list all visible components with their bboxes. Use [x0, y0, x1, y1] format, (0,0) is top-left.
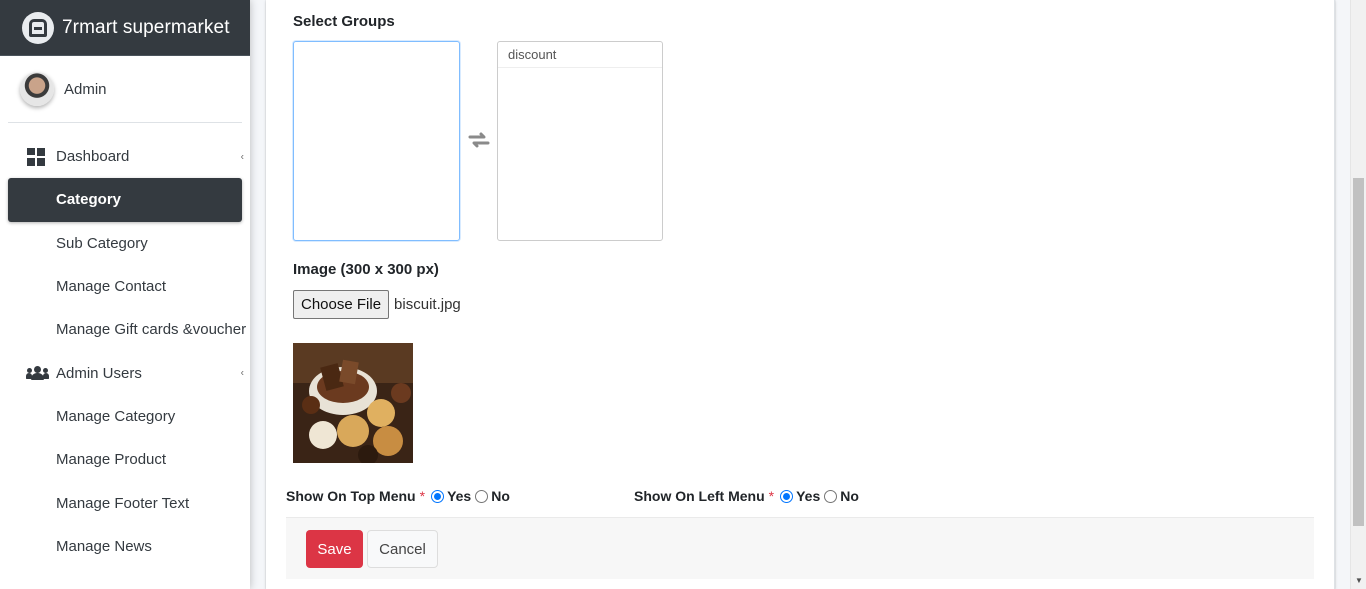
- select-groups-label: Select Groups: [293, 13, 395, 30]
- sidebar-item-label: Manage Contact: [56, 278, 167, 296]
- brand-link[interactable]: 7rmart supermarket: [0, 0, 250, 56]
- user-panel[interactable]: Admin: [8, 56, 242, 123]
- top-menu-yes-radio[interactable]: [431, 489, 445, 503]
- available-groups-list[interactable]: [293, 41, 460, 241]
- required-asterisk: *: [768, 488, 775, 504]
- group-option[interactable]: discount: [498, 42, 662, 68]
- sidebar-nav: Dashboard ‹ Category Sub Category Manage…: [0, 135, 250, 568]
- user-name: Admin: [64, 80, 107, 98]
- sidebar-item-label: Sub Category: [56, 234, 148, 252]
- choose-file-button[interactable]: Choose File: [293, 290, 390, 319]
- content-wrapper: Select Groups discount Image (300 x 300 …: [250, 0, 1350, 589]
- swap-arrows-icon[interactable]: [468, 130, 490, 150]
- sidebar-item-sub-category[interactable]: Sub Category: [8, 222, 242, 265]
- scroll-down-arrow-icon[interactable]: ▼: [1355, 576, 1363, 585]
- brand-logo-icon: [22, 11, 54, 44]
- sidebar-item-manage-news[interactable]: Manage News: [8, 525, 242, 568]
- category-form-card: Select Groups discount Image (300 x 300 …: [266, 0, 1335, 589]
- sidebar-item-label: Dashboard: [56, 148, 130, 166]
- left-menu-yes-label[interactable]: Yes: [796, 488, 820, 504]
- sidebar-item-manage-footer-text[interactable]: Manage Footer Text: [8, 481, 242, 524]
- show-on-top-menu-group: Show On Top Menu * Yes No: [286, 488, 510, 504]
- sidebar-item-label: Manage Product: [56, 451, 167, 469]
- sidebar-item-label: Admin Users: [56, 364, 142, 382]
- save-button[interactable]: Save: [306, 530, 363, 568]
- show-on-top-menu-label: Show On Top Menu: [286, 488, 416, 504]
- image-preview: [293, 343, 413, 463]
- file-name: biscuit.jpg: [394, 296, 461, 313]
- form-footer: Save Cancel: [286, 517, 1314, 579]
- chevron-left-icon: ‹: [240, 151, 244, 163]
- sidebar-item-admin-users[interactable]: Admin Users ‹: [8, 351, 244, 394]
- sidebar-item-label: Manage Category: [56, 407, 176, 425]
- required-asterisk: *: [419, 488, 426, 504]
- sidebar: 7rmart supermarket Admin Dashboard ‹ Cat…: [0, 0, 250, 589]
- sidebar-item-manage-contact[interactable]: Manage Contact: [8, 265, 242, 308]
- content-divider: [1334, 0, 1335, 589]
- sidebar-item-label: Manage News: [56, 537, 152, 555]
- avatar: [20, 72, 54, 106]
- left-menu-no-radio[interactable]: [824, 489, 838, 503]
- sidebar-item-manage-product[interactable]: Manage Product: [8, 438, 242, 481]
- selected-groups-list[interactable]: discount: [497, 41, 663, 241]
- dashboard-grid-icon: [26, 147, 46, 166]
- top-menu-no-radio[interactable]: [475, 489, 489, 503]
- chevron-left-icon: ‹: [240, 367, 244, 379]
- brand-name: 7rmart supermarket: [62, 16, 230, 38]
- sidebar-item-dashboard[interactable]: Dashboard ‹: [8, 135, 244, 178]
- left-menu-yes-radio[interactable]: [780, 489, 794, 503]
- top-menu-no-label[interactable]: No: [491, 488, 510, 504]
- show-on-left-menu-label: Show On Left Menu: [634, 488, 765, 504]
- image-file-input[interactable]: Choose File biscuit.jpg: [293, 290, 461, 319]
- cancel-button[interactable]: Cancel: [367, 530, 438, 568]
- image-label: Image (300 x 300 px): [293, 261, 439, 278]
- sidebar-item-label: Category: [56, 191, 122, 209]
- sidebar-item-category[interactable]: Category: [8, 178, 242, 222]
- users-icon: [26, 366, 49, 381]
- scrollbar-thumb[interactable]: [1353, 178, 1364, 526]
- sidebar-item-label: Manage Footer Text: [56, 494, 190, 512]
- left-menu-no-label[interactable]: No: [840, 488, 859, 504]
- top-menu-yes-label[interactable]: Yes: [447, 488, 471, 504]
- page-scrollbar[interactable]: ▼: [1350, 0, 1366, 589]
- sidebar-item-manage-category[interactable]: Manage Category: [8, 395, 242, 438]
- show-on-left-menu-group: Show On Left Menu * Yes No: [634, 488, 859, 504]
- sidebar-item-manage-gift-cards[interactable]: Manage Gift cards &voucher: [8, 308, 246, 351]
- sidebar-item-label: Manage Gift cards &voucher: [56, 321, 247, 339]
